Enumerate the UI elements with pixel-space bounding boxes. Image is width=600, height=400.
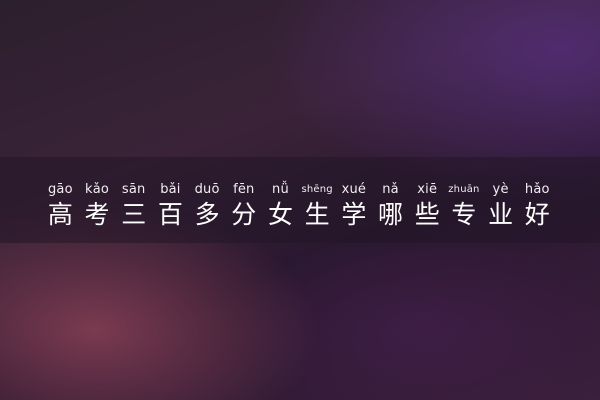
hanzi-char: 学 [341, 200, 367, 229]
title-char: yè 业 [482, 182, 519, 230]
pinyin-label: sān [121, 182, 146, 197]
title-char: xiē 些 [409, 182, 446, 230]
hanzi-char: 多 [194, 200, 220, 229]
pinyin-label: xiē [417, 182, 438, 197]
hanzi-char: 哪 [378, 200, 404, 229]
pinyin-label: nǚ [272, 182, 289, 197]
hanzi-char: 些 [414, 200, 440, 229]
title-char: hǎo 好 [519, 182, 556, 230]
hanzi-char: 百 [157, 200, 183, 229]
pinyin-label: bǎi [160, 182, 181, 197]
title-char: sān 三 [115, 182, 152, 230]
hanzi-char: 考 [84, 200, 110, 229]
pinyin-label: xué [341, 182, 367, 197]
title-char: zhuān 专 [446, 182, 483, 230]
hanzi-char: 分 [231, 200, 257, 229]
title-char: xué 学 [336, 182, 373, 230]
pinyin-label: zhuān [448, 184, 480, 195]
title-char: shēng 生 [299, 182, 336, 230]
pinyin-label: shēng [301, 184, 333, 195]
pinyin-label: hǎo [524, 182, 550, 197]
pinyin-label: yè [492, 182, 509, 197]
hanzi-char: 生 [304, 200, 330, 229]
background-canvas: gāo 高 kǎo 考 sān 三 bǎi 百 duō 多 fēn 分 nǚ 女… [0, 0, 600, 400]
title-char: bǎi 百 [152, 182, 189, 230]
pinyin-label: gāo [47, 182, 73, 197]
hanzi-char: 专 [451, 200, 477, 229]
title-char: nǎ 哪 [372, 182, 409, 230]
title-char: fēn 分 [225, 182, 262, 230]
pinyin-label: nǎ [382, 182, 399, 197]
pinyin-label: kǎo [85, 182, 110, 197]
title-char: gāo 高 [42, 182, 79, 230]
pinyin-label: duō [194, 182, 220, 197]
pinyin-label: fēn [233, 182, 255, 197]
title-char: duō 多 [189, 182, 226, 230]
hanzi-char: 三 [121, 200, 147, 229]
title-char: nǚ 女 [262, 182, 299, 230]
hanzi-char: 女 [267, 200, 293, 229]
hanzi-char: 高 [47, 200, 73, 229]
page-title: gāo 高 kǎo 考 sān 三 bǎi 百 duō 多 fēn 分 nǚ 女… [42, 182, 600, 242]
hanzi-char: 好 [524, 200, 550, 229]
title-char: kǎo 考 [79, 182, 116, 230]
hanzi-char: 业 [488, 200, 514, 229]
